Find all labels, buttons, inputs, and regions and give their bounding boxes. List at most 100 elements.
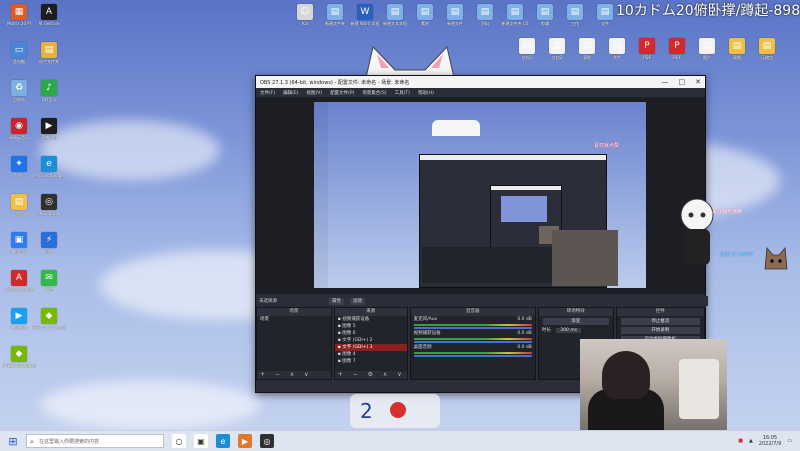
desktop-icon-label: 素材 [421,21,429,26]
obs-menu-item[interactable]: 视图(V) [306,90,322,96]
desktop-icon-left[interactable]: ⚡ 迅雷 [32,232,66,254]
desktop-icon-left[interactable]: e Microsoft Edge [32,156,66,178]
source-item[interactable]: ▪ 视频捕获设备 [335,316,407,323]
desktop-icon-right[interactable]: ▤ 表格 [720,38,754,60]
obs-menu-item[interactable]: 工具(T) [395,90,410,96]
cortana-icon[interactable]: ○ [172,434,186,448]
properties-button[interactable]: 属性 [329,297,344,305]
scenes-dock-toolbar[interactable]: + − ∧ ∨ [257,371,331,379]
desktop-icon-left[interactable]: A Adobe Acrobat [2,270,36,292]
orange-app-icon[interactable]: ▶ [238,434,252,448]
app-icon: ✉ [41,270,57,286]
desktop-icon-left[interactable]: ▶ 腾讯视频 [2,308,36,330]
desktop-icon-right[interactable]: ▤ 压缩包 [750,38,784,60]
control-button[interactable]: 停止推流 [620,318,700,325]
desktop-icon-right[interactable]: ▤ 文档1 [510,38,544,60]
source-toolbar: 未选择源 属性 滤镜 [256,296,708,306]
desktop-icon-left[interactable]: A AI Gesture [32,4,66,26]
task-view-icon[interactable]: ▣ [194,434,208,448]
desktop-icon-left[interactable]: ◆GeForce Experience [32,308,66,330]
action-center-icon[interactable]: ▭ [787,438,792,444]
desktop-icon-right[interactable]: P PDF [630,38,664,60]
obs-preview[interactable]: 喜欢就点赞 [256,98,705,294]
desktop-icon-top[interactable]: ▤ 新建文件夹 (2) [498,4,532,26]
obs-menu-item[interactable]: 文件(F) [260,90,275,96]
scenes-dock-title: 场景 [257,308,331,316]
desktop-icon-top[interactable]: ▤ 新建文本文档 [378,4,412,26]
desktop-icon-top[interactable]: W 新建 Word 文档 [348,4,382,26]
desktop-icon-right[interactable]: ▤ 文件 [600,38,634,60]
cat-face-sticker [764,247,788,270]
desktop-icon-left[interactable]: ▦ Motrix 20 PI [2,4,36,26]
transition-type-select[interactable]: 渐变 [542,318,609,325]
desktop-icon-left[interactable]: ▭ 此电脑 [2,42,36,64]
source-item[interactable]: ▪ 文字 (GDI+) 2 [335,337,407,344]
mixer-channel: 麦克风/Aux 0.0 dB [411,316,535,329]
edge-icon[interactable]: e [216,434,230,448]
duration-input[interactable]: 300 ms [556,328,582,333]
app-icon: ▤ [699,38,715,54]
desktop-icon-top[interactable]: ▤ 素材 [408,4,442,26]
desktop-icon-left[interactable]: ♪ QQ音乐 [32,80,66,102]
no-source-label: 未选择源 [259,299,277,304]
app-icon: ▤ [11,194,27,210]
desktop-icon-right[interactable]: ▤ 文档2 [540,38,574,60]
desktop-icon-right[interactable]: P PDF [660,38,694,60]
desktop-icon-top[interactable]: ▤ 资料 [468,4,502,26]
desktop-icon-label: 文件 [601,21,609,26]
desktop-icon-left[interactable]: ▶ 直播伴侣 [32,118,66,140]
scene-item[interactable]: 场景 [257,316,331,323]
desktop-icon-top[interactable]: ▤ 剪辑 [528,4,562,26]
desktop-icon-top[interactable]: ▤ 新建文件 [438,4,472,26]
mixer-channel-db: 0.0 dB [517,345,532,350]
desktop-icon-left[interactable]: ✦ 钉钉 [2,156,36,178]
obs-menu-item[interactable]: 帮助(H) [418,90,434,96]
desktop-icon-top[interactable]: ☺ Kai [288,4,322,26]
preview-canvas[interactable]: 喜欢就点赞 [314,102,646,288]
volume-slider[interactable] [413,355,532,357]
desktop-icon-left[interactable]: ♻ 回收站 [2,80,36,102]
close-button[interactable]: ✕ [695,76,701,88]
obs-icon[interactable]: ◎ [260,434,274,448]
app-icon: ▣ [11,232,27,248]
clock-date: 2022/7/9 [758,441,782,447]
obs-menu-item[interactable]: 编辑(E) [283,90,298,96]
desktop-icon-top[interactable]: ▤ 工作 [558,4,592,26]
desktop-icon-label: Kai [301,21,309,26]
control-button[interactable]: 开始录制 [620,327,700,334]
obs-menu-item[interactable]: 场景集合(S) [362,90,386,96]
desktop-icon-left[interactable]: ◆ NVIDIA Broadcast [2,346,36,368]
sources-dock-toolbar[interactable]: + − ⚙ ∧ ∨ [334,371,407,379]
source-item[interactable]: ▪ 图像 5 [335,323,407,330]
obs-title-bar[interactable]: OBS 27.1.3 (64-bit, windows) - 配置文件: 未命名… [256,76,705,88]
desktop-icon-top[interactable]: ▤ 新建文件夹 [318,4,352,26]
volume-slider[interactable] [413,341,532,343]
desktop-icon-left[interactable]: ▤ 文档 [2,194,36,216]
taskbar-clock[interactable]: 16:05 2022/7/9 [759,435,781,447]
app-icon: ♪ [41,80,57,96]
app-icon: ☺ [297,4,313,20]
network-icon[interactable]: ▲ [749,438,753,444]
desktop-icon-right[interactable]: ▤ 图片 [690,38,724,60]
volume-slider[interactable] [413,327,532,329]
source-item[interactable]: ▪ 图像 4 [335,351,407,358]
source-item[interactable]: ▪ 图像 6 [335,330,407,337]
taskbar-search-input[interactable]: ⌕ 在这里输入你要搜索的内容 [26,434,164,448]
windows-start-icon[interactable]: ⊞ [0,435,26,448]
maximize-button[interactable]: □ [679,76,686,88]
desktop-icon-left[interactable]: ✉ 微信 [32,270,66,292]
app-icon: A [11,270,27,286]
obs-menu-item[interactable]: 配置文件(P) [330,90,354,96]
desktop-icon-left[interactable]: ▤ 电子文件夹 [32,42,66,64]
desktop-icon-left[interactable]: ▣ 腾讯会议 [2,232,36,254]
filters-button[interactable]: 滤镜 [350,297,365,305]
desktop-icon-left[interactable]: ◎ OBS Studio [32,194,66,216]
minimize-button[interactable]: — [662,76,669,88]
desktop-icon-left[interactable]: ◉ 网易云音乐 [2,118,36,140]
notification-icon[interactable]: ■ [738,438,743,444]
mixer-channel-db: 0.0 dB [517,317,532,322]
source-item[interactable]: ▪ 文字 (GDI+) 3 [334,344,407,351]
app-icon: P [669,38,685,54]
source-item[interactable]: ▪ 图像 7 [335,358,407,365]
desktop-icon-right[interactable]: ▤ 表格 [570,38,604,60]
